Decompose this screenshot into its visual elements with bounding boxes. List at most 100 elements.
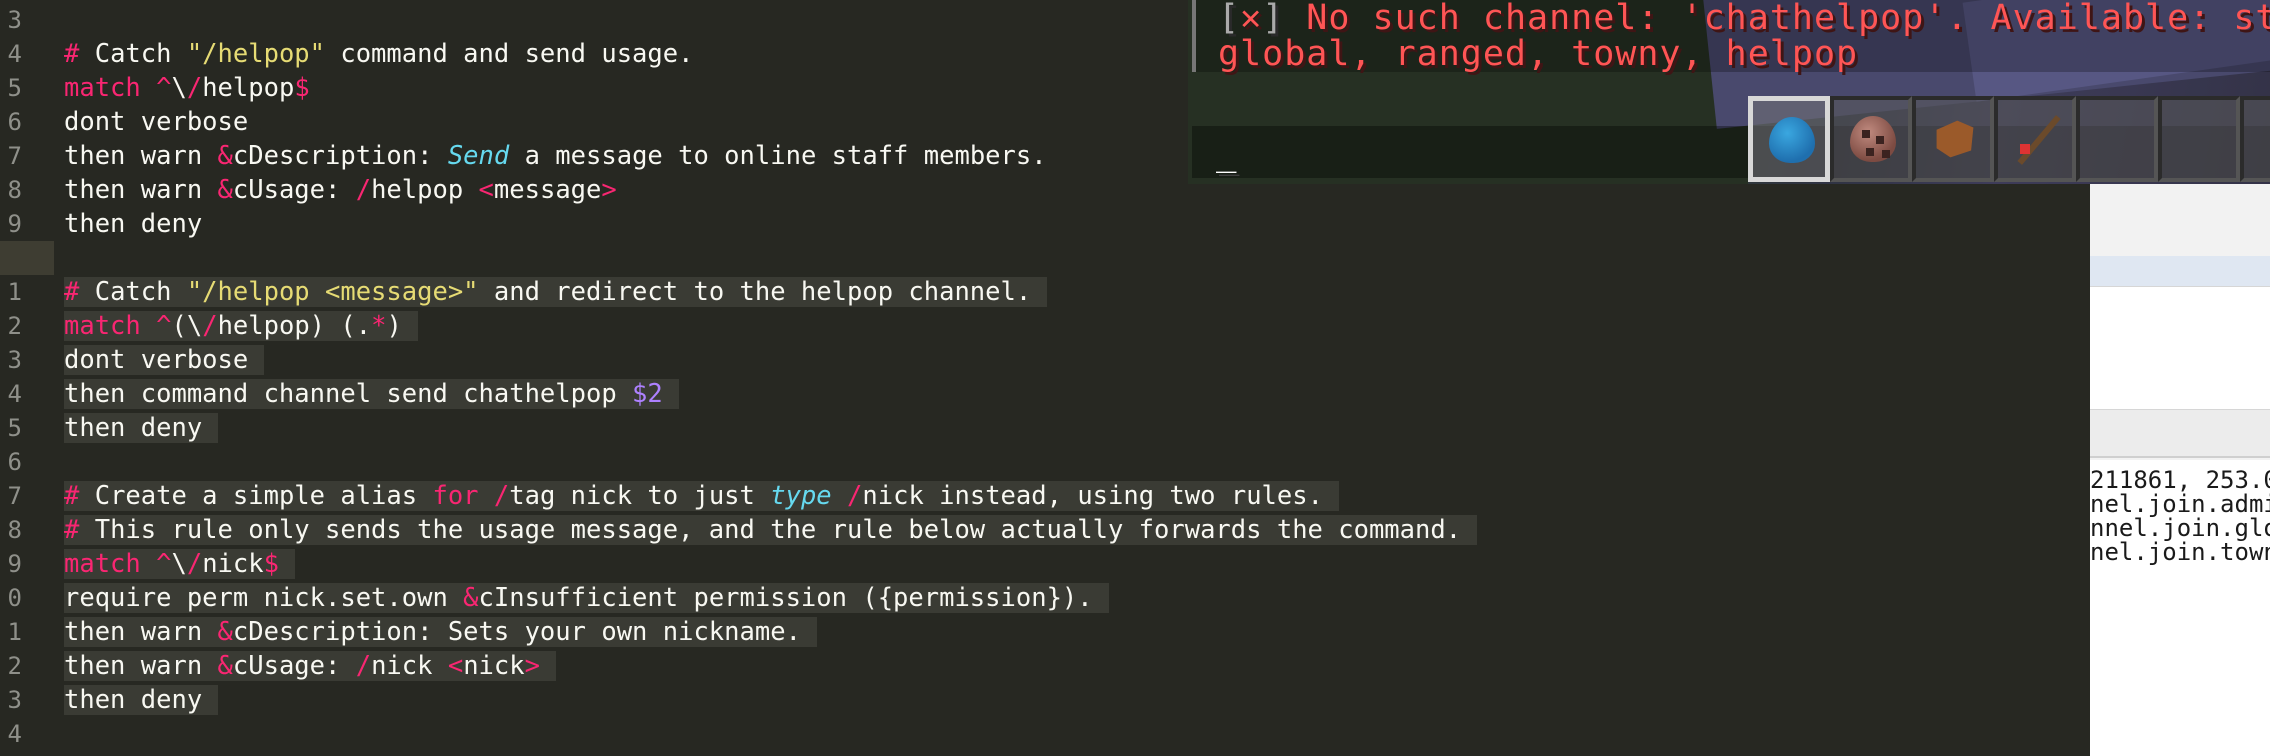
- code-token: <: [447, 651, 464, 681]
- code-token: tag nick to just: [509, 481, 771, 511]
- editor-line[interactable]: 0 require perm nick.set.own &cInsufficien…: [0, 581, 1600, 615]
- code-token: Catch: [79, 277, 187, 307]
- code-token: ): [386, 311, 402, 341]
- hotbar-slot[interactable]: [1912, 96, 1994, 182]
- code-token: then warn: [64, 651, 218, 681]
- hotbar-slot[interactable]: [1748, 96, 1830, 182]
- line-code: then warn &cUsage: /nick <nick>: [64, 649, 556, 683]
- line-code: then command channel send chathelpop $2: [64, 377, 679, 411]
- line-number: 3: [7, 6, 22, 34]
- chat-caret: _: [1216, 134, 1237, 174]
- selected-row: [2090, 256, 2270, 286]
- code-token: >: [601, 175, 617, 205]
- editor-line[interactable]: 2 then warn &cUsage: /nick <nick>: [0, 649, 1600, 683]
- editor-line[interactable]: 1 then warn &cDescription: Sets your own …: [0, 615, 1600, 649]
- line-code: then warn &cDescription: Send a message …: [64, 139, 1047, 173]
- minecraft-game-window[interactable]: [✕] No such channel: 'chathelpop'. Avail…: [1188, 0, 2270, 184]
- code-token: nick: [463, 651, 525, 681]
- editor-line[interactable]: 7 # Create a simple alias for /tag nick t…: [0, 479, 1600, 513]
- line-number: 9: [7, 550, 22, 578]
- code-token: &: [217, 175, 233, 205]
- code-token: cInsufficient permission ({permission}).: [478, 583, 1093, 613]
- blue-spawn-egg-icon: [1769, 117, 1815, 163]
- code-token: &: [217, 617, 233, 647]
- code-token: then deny: [64, 209, 203, 239]
- chat-error-line-1: [✕] No such channel: 'chathelpop'. Avail…: [1218, 0, 2270, 36]
- code-token: nick: [202, 549, 264, 579]
- bracket-open: [: [1218, 0, 1241, 38]
- code-token: #: [64, 515, 80, 545]
- editor-line[interactable]: 3 then deny: [0, 683, 1600, 717]
- hotbar-slot[interactable]: [2076, 96, 2158, 182]
- line-number: 2: [7, 652, 22, 680]
- line-code: dont verbose: [64, 105, 248, 139]
- code-token: $: [263, 549, 279, 579]
- editor-line[interactable]: 8 # This rule only sends the usage messag…: [0, 513, 1600, 547]
- line-number: 4: [7, 380, 22, 408]
- code-token: then command channel send chathelpop: [64, 379, 633, 409]
- code-token: /: [186, 73, 203, 103]
- editor-line[interactable]: 6: [0, 445, 1600, 479]
- text-list: 211861, 253.0 nel.join.admi nnel.join.glo n…: [2090, 460, 2270, 756]
- editor-line[interactable]: 1 # Catch "/helpop <message>" and redirec…: [0, 275, 1600, 309]
- bracket-close: ]: [1262, 0, 1285, 38]
- editor-line[interactable]: 4 then command channel send chathelpop $2: [0, 377, 1600, 411]
- code-token: #: [64, 277, 80, 307]
- code-token: match: [64, 311, 141, 341]
- line-code: then deny: [64, 683, 219, 717]
- code-token: match: [64, 549, 141, 579]
- code-token: \: [171, 73, 187, 103]
- editor-line[interactable]: 9 then deny: [0, 207, 1600, 241]
- code-token: require perm nick.set.own: [64, 583, 464, 613]
- editor-line[interactable]: 3 dont verbose: [0, 343, 1600, 377]
- chat-message-area: [✕] No such channel: 'chathelpop'. Avail…: [1192, 0, 2270, 72]
- hotbar-slot[interactable]: [2240, 96, 2270, 182]
- code-token: (\: [171, 311, 203, 341]
- hotbar-slot[interactable]: [2158, 96, 2240, 182]
- editor-line[interactable]: 4: [0, 717, 1600, 751]
- code-token: \: [171, 549, 187, 579]
- hotbar[interactable]: [1748, 96, 2270, 182]
- line-code: match ^(\/helpop) (.*): [64, 309, 418, 343]
- line-code: dont verbose: [64, 343, 265, 377]
- code-token: >: [524, 651, 540, 681]
- code-token: match: [64, 73, 141, 103]
- panel-area: [2090, 286, 2270, 410]
- error-text-1: No such channel: 'chathelpop'. Available…: [1306, 0, 2270, 38]
- hotbar-slot[interactable]: [1830, 96, 1912, 182]
- editor-line[interactable]: 9 match ^\/nick$: [0, 547, 1600, 581]
- line-number: 3: [7, 686, 22, 714]
- line-number: 1: [7, 618, 22, 646]
- line-code: then deny: [64, 207, 202, 241]
- code-token: $: [294, 73, 310, 103]
- fishing-rod-icon: [2014, 116, 2060, 162]
- line-number: 2: [7, 312, 22, 340]
- line-number: 7: [7, 482, 22, 510]
- code-token: for: [432, 481, 479, 511]
- line-code: match ^\/helpop$: [64, 71, 310, 105]
- code-token: dont verbose: [64, 345, 249, 375]
- editor-line[interactable]: 0: [0, 241, 1600, 275]
- code-token: ^: [156, 311, 172, 341]
- line-code: # Catch "/helpop <message>" and redirect…: [64, 275, 1048, 309]
- editor-line[interactable]: 2 match ^(\/helpop) (.*): [0, 309, 1600, 343]
- code-token: command and send usage.: [325, 39, 694, 69]
- code-token: then warn: [64, 617, 218, 647]
- code-token: helpop: [371, 175, 479, 205]
- code-token: *: [371, 311, 387, 341]
- line-code: then warn &cUsage: /helpop <message>: [64, 173, 617, 207]
- line-number: 9: [7, 210, 22, 238]
- code-token: then warn: [64, 175, 218, 205]
- code-token: cUsage:: [232, 175, 356, 205]
- code-token: message: [493, 175, 602, 205]
- code-token: "/helpop": [186, 39, 325, 69]
- line-code: then deny: [64, 411, 219, 445]
- code-token: nick instead, using two rules.: [862, 481, 1323, 511]
- code-token: <: [478, 175, 494, 205]
- background-window[interactable]: 211861, 253.0 nel.join.admi nnel.join.glo n…: [2090, 184, 2270, 756]
- line-number: 5: [7, 414, 22, 442]
- hotbar-slot[interactable]: [1994, 96, 2076, 182]
- editor-line[interactable]: 5 then deny: [0, 411, 1600, 445]
